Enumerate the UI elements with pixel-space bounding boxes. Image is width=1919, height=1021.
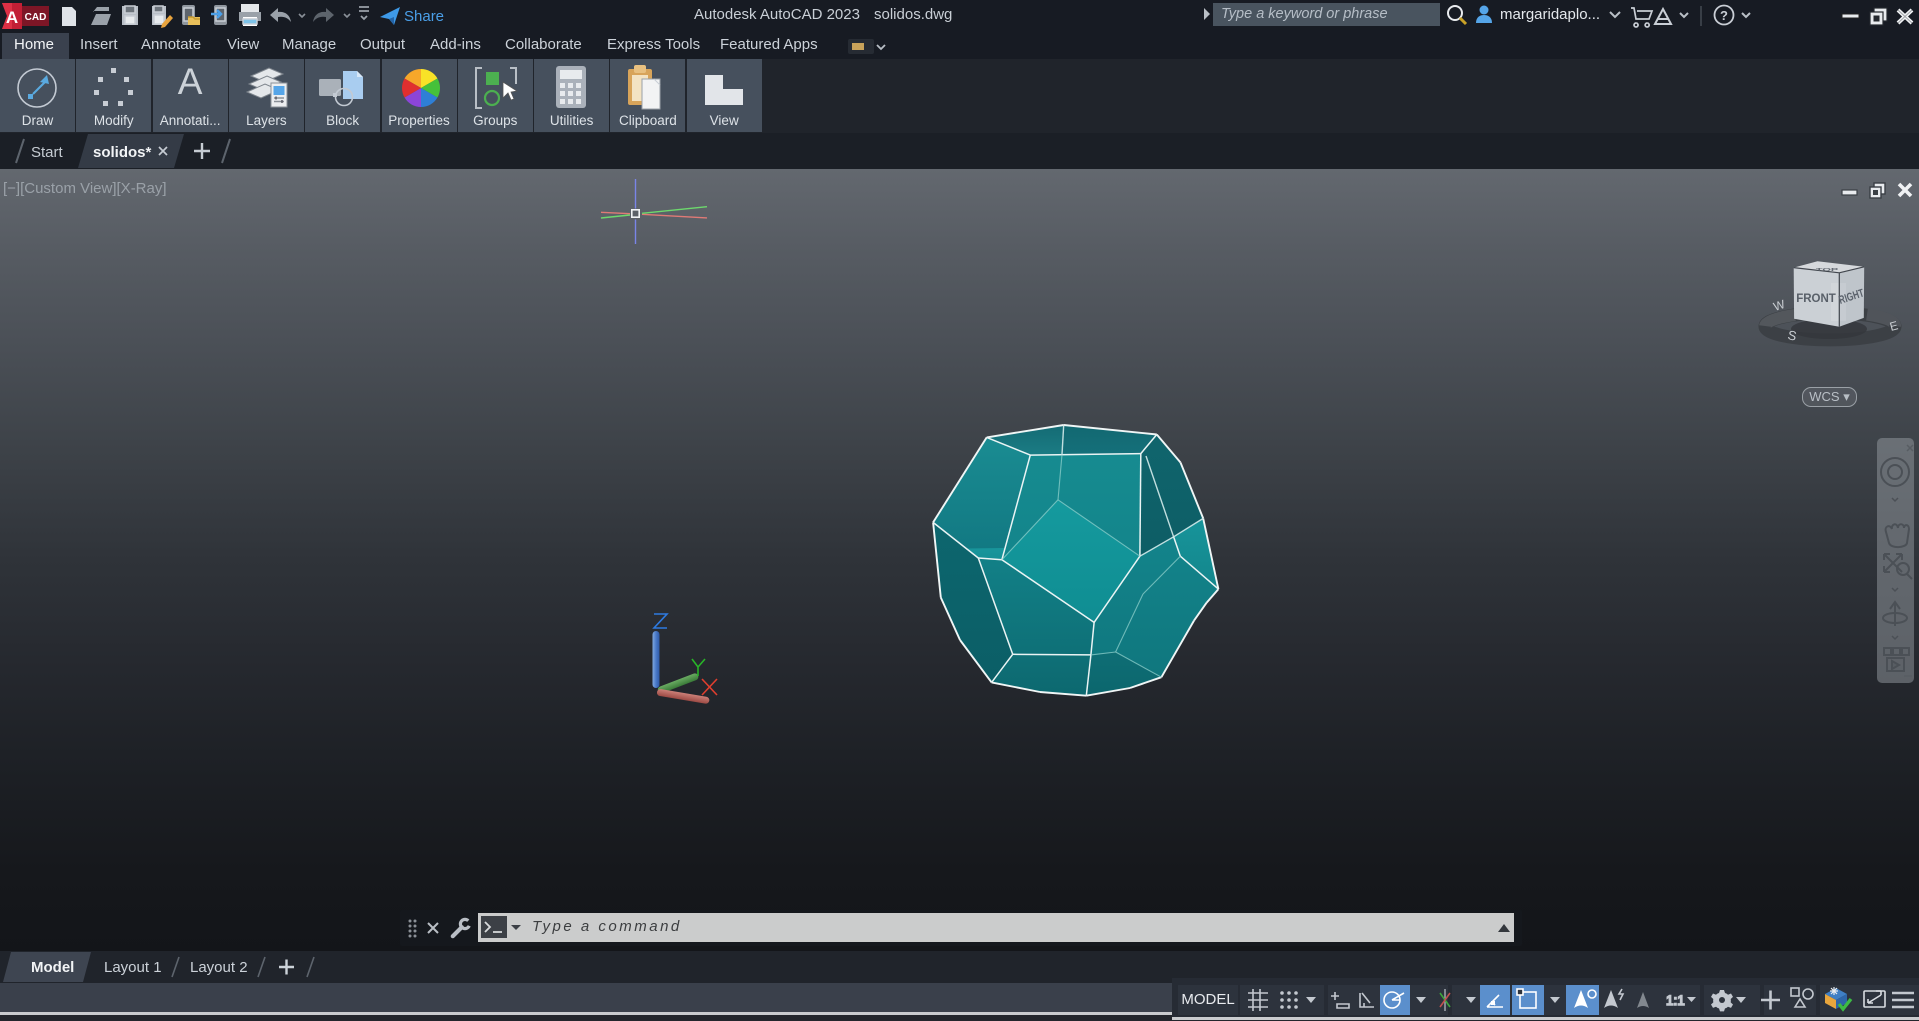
svg-text:Layout 1: Layout 1	[104, 959, 162, 976]
svg-text:FRONT: FRONT	[1796, 293, 1836, 305]
svg-text:A: A	[6, 8, 18, 27]
svg-text:Start: Start	[31, 144, 64, 161]
svg-text:Layout 2: Layout 2	[190, 959, 248, 976]
svg-text:1:1: 1:1	[1666, 993, 1685, 1008]
svg-text:?: ?	[1720, 8, 1728, 23]
svg-text:Model: Model	[31, 959, 74, 976]
svg-text:TOP: TOP	[1816, 266, 1839, 272]
svg-text:CAD: CAD	[25, 12, 47, 23]
svg-text:solidos*: solidos*	[93, 144, 152, 161]
svg-text:Share: Share	[404, 8, 444, 25]
